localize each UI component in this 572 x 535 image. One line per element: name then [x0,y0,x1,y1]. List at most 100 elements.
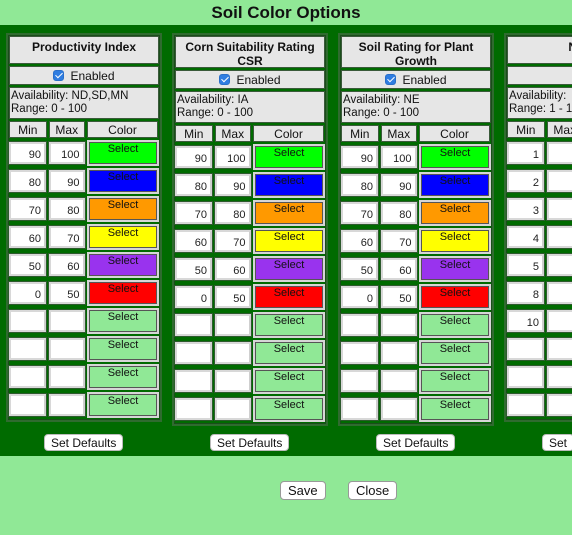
max-input[interactable] [47,337,86,361]
close-button[interactable]: Close [348,481,398,500]
max-input[interactable]: 80 [379,201,418,225]
max-input[interactable] [213,397,252,421]
min-input[interactable]: 90 [8,141,47,165]
color-select-button[interactable]: Select [253,396,325,422]
max-input[interactable]: 90 [379,173,418,197]
max-input[interactable] [379,313,418,337]
color-select-button[interactable]: Select [87,140,159,166]
min-input[interactable] [340,369,379,393]
max-input[interactable] [213,313,252,337]
max-input[interactable] [213,369,252,393]
min-input[interactable]: 70 [8,197,47,221]
min-input[interactable]: 10 [506,309,545,333]
min-input[interactable] [174,313,213,337]
min-input[interactable]: 60 [8,225,47,249]
enabled-toggle[interactable]: Enabled [175,70,325,89]
max-input[interactable] [545,309,572,333]
max-input[interactable]: 70 [379,229,418,253]
max-input[interactable] [545,365,572,389]
checkbox-icon[interactable] [385,74,397,85]
min-input[interactable]: 80 [340,173,379,197]
color-select-button[interactable]: Select [87,168,159,194]
min-input[interactable] [8,393,47,417]
min-input[interactable]: 90 [174,145,213,169]
min-input[interactable]: 8 [506,281,545,305]
min-input[interactable]: 2 [506,169,545,193]
max-input[interactable] [213,341,252,365]
min-input[interactable] [340,341,379,365]
color-select-button[interactable]: Select [87,196,159,222]
max-input[interactable] [379,369,418,393]
color-select-button[interactable]: Select [87,252,159,278]
min-input[interactable] [506,337,545,361]
max-input[interactable] [545,225,572,249]
color-select-button[interactable]: Select [419,396,491,422]
min-input[interactable] [8,309,47,333]
color-select-button[interactable]: Select [87,392,159,418]
min-input[interactable]: 1 [506,141,545,165]
min-input[interactable]: 0 [8,281,47,305]
max-input[interactable] [545,253,572,277]
min-input[interactable]: 90 [340,145,379,169]
max-input[interactable]: 100 [47,141,86,165]
max-input[interactable] [47,393,86,417]
min-input[interactable] [174,341,213,365]
min-input[interactable]: 3 [506,197,545,221]
max-input[interactable] [545,141,572,165]
min-input[interactable]: 80 [8,169,47,193]
min-input[interactable] [506,365,545,389]
max-input[interactable] [47,309,86,333]
color-select-button[interactable]: Select [419,368,491,394]
color-select-button[interactable]: Select [419,256,491,282]
max-input[interactable]: 70 [213,229,252,253]
min-input[interactable]: 60 [174,229,213,253]
min-input[interactable]: 80 [174,173,213,197]
max-input[interactable]: 90 [213,173,252,197]
min-input[interactable]: 5 [506,253,545,277]
min-input[interactable] [8,337,47,361]
max-input[interactable] [545,393,572,417]
color-select-button[interactable]: Select [87,308,159,334]
min-input[interactable]: 70 [340,201,379,225]
color-select-button[interactable]: Select [253,284,325,310]
min-input[interactable]: 60 [340,229,379,253]
max-input[interactable]: 60 [379,257,418,281]
checkbox-icon[interactable] [53,70,65,81]
max-input[interactable] [47,365,86,389]
max-input[interactable] [379,341,418,365]
enabled-toggle[interactable]: Enabled [341,70,491,89]
color-select-button[interactable]: Select [253,200,325,226]
enabled-toggle[interactable]: Enabled [9,66,159,85]
min-input[interactable] [8,365,47,389]
max-input[interactable]: 80 [47,197,86,221]
color-select-button[interactable]: Select [419,284,491,310]
color-select-button[interactable]: Select [87,336,159,362]
max-input[interactable]: 60 [213,257,252,281]
max-input[interactable] [545,281,572,305]
color-select-button[interactable]: Select [253,228,325,254]
min-input[interactable] [340,397,379,421]
max-input[interactable]: 90 [47,169,86,193]
max-input[interactable] [545,337,572,361]
min-input[interactable]: 4 [506,225,545,249]
set-defaults-button[interactable]: Set Defaults [210,434,290,451]
max-input[interactable]: 50 [47,281,86,305]
max-input[interactable]: 50 [213,285,252,309]
set-defaults-button[interactable]: Set [542,434,572,451]
save-button[interactable]: Save [280,481,326,500]
min-input[interactable]: 50 [8,253,47,277]
max-input[interactable]: 100 [213,145,252,169]
max-input[interactable] [379,397,418,421]
max-input[interactable]: 80 [213,201,252,225]
color-select-button[interactable]: Select [87,364,159,390]
color-select-button[interactable]: Select [87,280,159,306]
color-select-button[interactable]: Select [419,340,491,366]
color-select-button[interactable]: Select [419,200,491,226]
max-input[interactable] [545,197,572,221]
color-select-button[interactable]: Select [253,340,325,366]
min-input[interactable] [506,393,545,417]
max-input[interactable]: 100 [379,145,418,169]
max-input[interactable]: 70 [47,225,86,249]
enabled-toggle[interactable] [507,66,572,85]
min-input[interactable] [340,313,379,337]
